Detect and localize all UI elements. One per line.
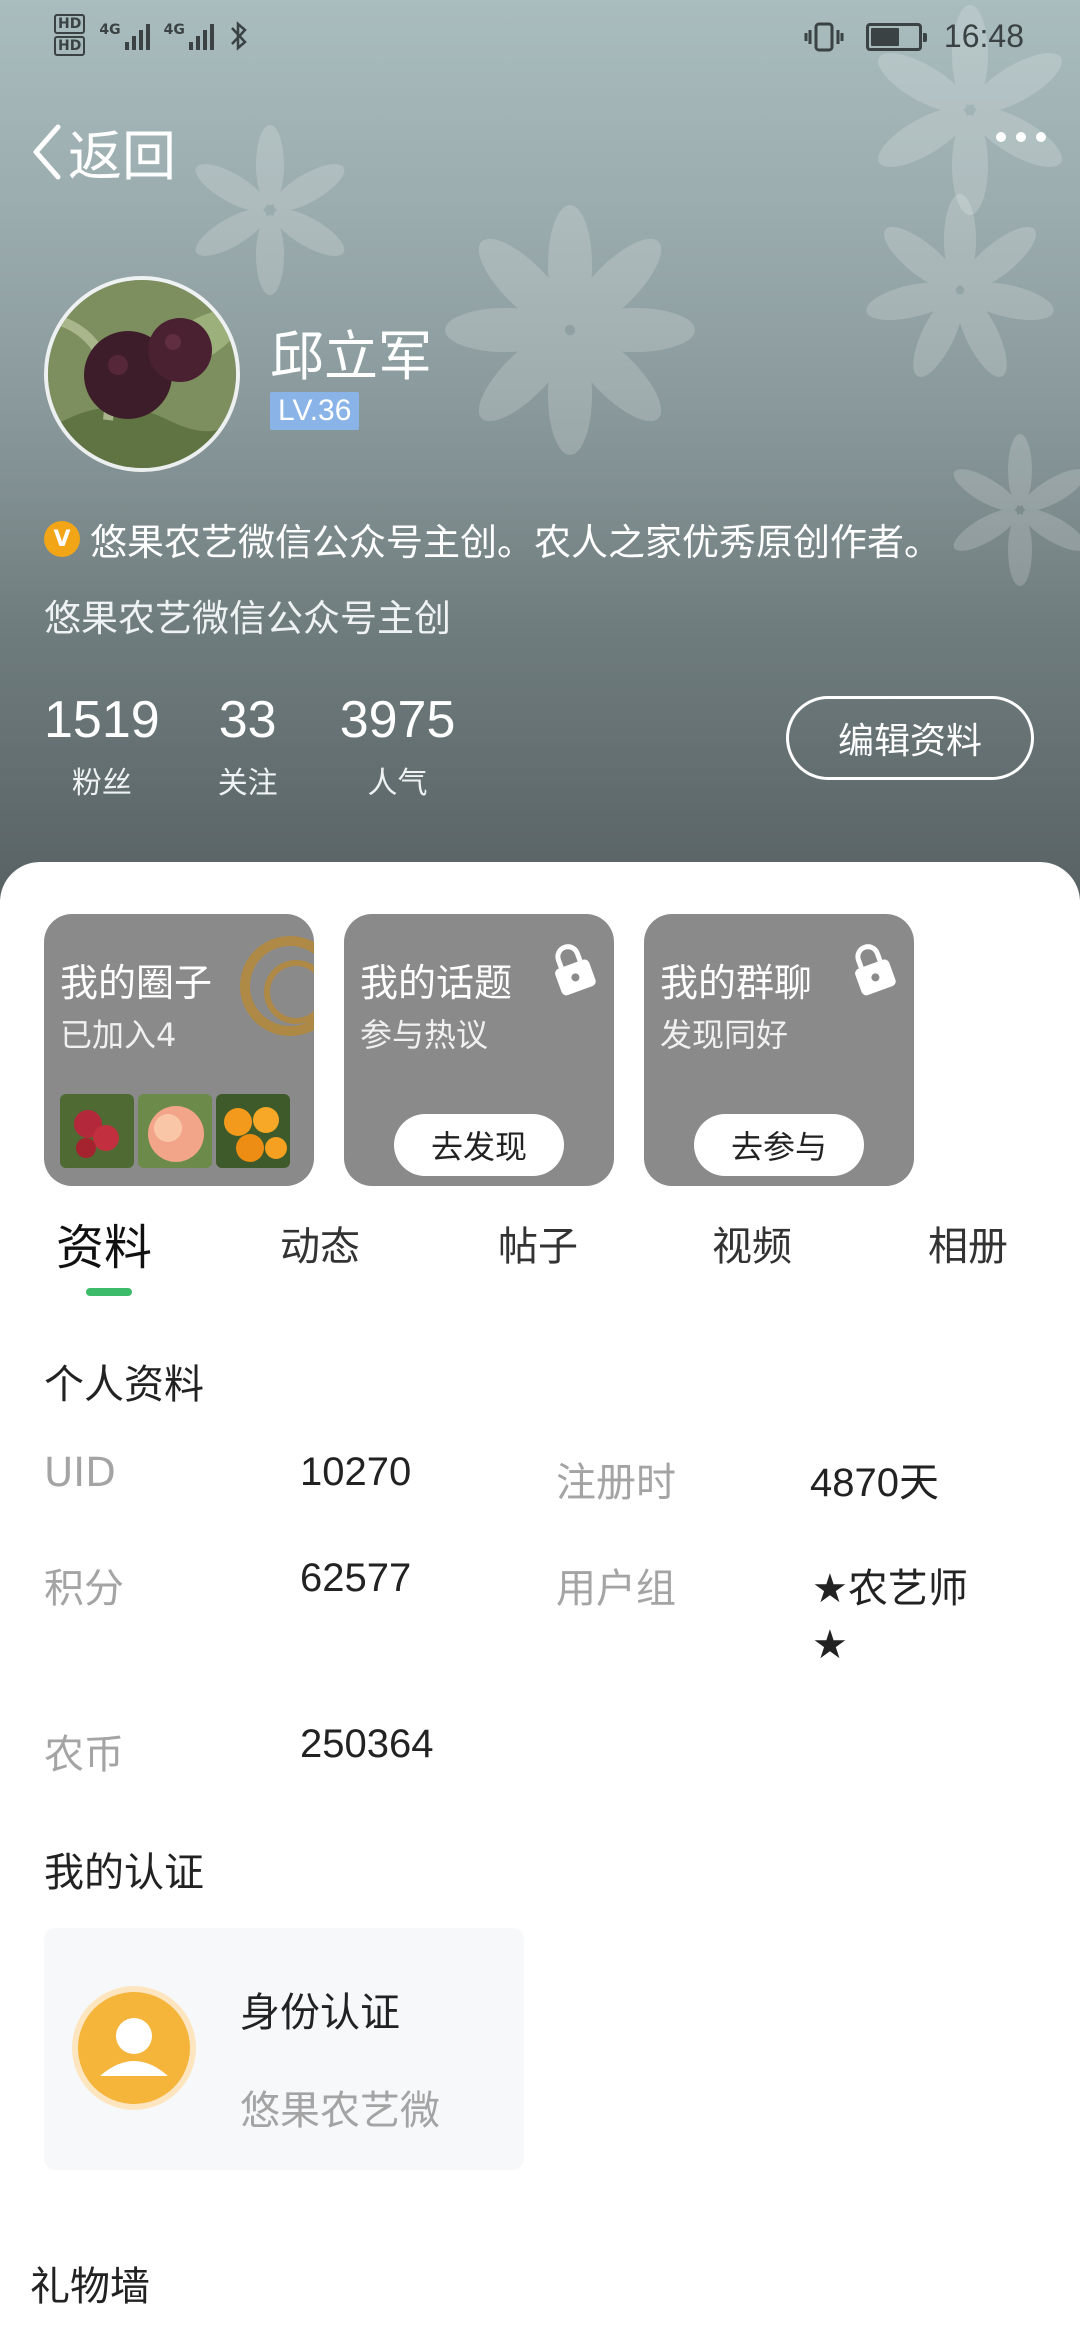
card-subtitle: 发现同好	[660, 1016, 789, 1054]
circle-thumbnails	[60, 1094, 290, 1168]
thumbnail-peach[interactable]	[138, 1094, 212, 1168]
tab-posts[interactable]: 帖子	[498, 1214, 578, 1272]
lock-icon	[855, 944, 896, 996]
back-button[interactable]: 返回	[30, 112, 176, 191]
battery-icon	[865, 22, 927, 51]
stat-value: 3975	[339, 691, 456, 749]
flower-decoration-3	[866, 194, 1054, 377]
user-group-label: 用户组	[556, 1566, 676, 1612]
status-right: 16:48	[804, 18, 1024, 55]
stats-row: 1519 粉丝 33 关注 3975 人气	[44, 690, 517, 802]
certification-card-subtitle: 悠果农艺微	[240, 2088, 440, 2134]
discover-button[interactable]: 去发现	[394, 1114, 564, 1176]
network-type-1: 4G	[99, 22, 121, 38]
coins-label: 农币	[44, 1732, 124, 1778]
card-title: 我的群聊	[660, 961, 813, 1005]
feature-cards: 我的圈子 已加入4 我的话题 参与热议 去发现 我的群聊 发现同好 去参与	[44, 914, 914, 1186]
join-button[interactable]: 去参与	[694, 1114, 864, 1176]
signal-1: 4G	[99, 22, 150, 50]
points-label: 积分	[44, 1566, 124, 1612]
stat-label: 人气	[367, 766, 428, 801]
tab-active-indicator	[86, 1288, 132, 1296]
my-circle-card[interactable]: 我的圈子 已加入4	[44, 914, 314, 1186]
back-label: 返回	[68, 125, 176, 188]
my-group-chat-card[interactable]: 我的群聊 发现同好 去参与	[644, 914, 914, 1186]
signal-icon	[124, 22, 150, 50]
vibrate-icon	[804, 22, 844, 51]
verification-line: V 悠果农艺微信公众号主创。农人之家优秀原创作者。	[44, 512, 941, 566]
user-group-value-line1: ★农艺师	[812, 1567, 968, 1611]
flower-decoration-4	[195, 125, 345, 295]
flower-decoration-2	[445, 205, 695, 455]
stat-label: 粉丝	[71, 766, 132, 801]
lock-icon	[555, 944, 596, 996]
points-value: 62577	[300, 1556, 412, 1600]
card-title: 我的圈子	[60, 961, 213, 1005]
stat-value: 33	[218, 691, 277, 749]
stat-fans[interactable]: 1519 粉丝	[44, 690, 160, 802]
stat-following[interactable]: 33 关注	[218, 690, 278, 802]
user-name: 邱立军	[270, 325, 432, 388]
user-signature: 悠果农艺微信公众号主创	[44, 597, 451, 640]
back-chevron-icon	[33, 124, 61, 179]
level-badge: LV.36	[270, 392, 360, 430]
card-subtitle: 已加入4	[60, 1016, 177, 1054]
coins-value: 250364	[300, 1722, 434, 1766]
status-left: HD HD 4G 4G	[54, 14, 250, 58]
clock: 16:48	[943, 18, 1024, 54]
hd-badge-2: HD	[54, 36, 86, 56]
signal-icon	[188, 22, 214, 50]
user-icon	[78, 1992, 190, 2104]
stat-value: 1519	[44, 691, 160, 749]
uid-label: UID	[44, 1450, 116, 1496]
signal-2: 4G	[164, 22, 214, 50]
more-icon[interactable]	[996, 132, 1046, 142]
profile-header: HD HD 4G 4G 16:48 返回 邱立军 LV.36 V 悠果农艺微信公…	[0, 0, 1080, 900]
edit-profile-button[interactable]: 编辑资料	[786, 696, 1034, 780]
certification-title: 我的认证	[44, 1850, 204, 1896]
user-group-value-line2: ★	[812, 1623, 848, 1667]
card-subtitle: 参与热议	[360, 1016, 489, 1054]
flower-decoration-5	[953, 434, 1080, 586]
tab-profile-info[interactable]: 资料	[56, 1208, 152, 1278]
verified-icon: V	[44, 521, 80, 557]
hd-indicators: HD HD	[54, 14, 86, 58]
register-value: 4870天	[810, 1461, 939, 1505]
certification-card-title: 身份认证	[240, 1990, 400, 2036]
card-title: 我的话题	[360, 961, 513, 1005]
stat-label: 关注	[217, 766, 278, 801]
my-topic-card[interactable]: 我的话题 参与热议 去发现	[344, 914, 614, 1186]
gift-wall-title: 礼物墙	[30, 2264, 150, 2310]
thumbnail-orange[interactable]	[216, 1094, 290, 1168]
circle-decoration-icon	[240, 936, 314, 1036]
tab-activity[interactable]: 动态	[280, 1214, 360, 1272]
avatar-bayberry-image	[48, 280, 236, 468]
tab-videos[interactable]: 视频	[712, 1214, 792, 1272]
stat-popularity[interactable]: 3975 人气	[340, 690, 456, 802]
uid-value: 10270	[300, 1450, 412, 1494]
tab-albums[interactable]: 相册	[928, 1214, 1008, 1272]
hd-badge-1: HD	[54, 14, 86, 34]
profile-tabs: 资料 动态 帖子 视频 相册	[0, 1214, 1080, 1296]
verification-text: 悠果农艺微信公众号主创。农人之家优秀原创作者。	[90, 521, 941, 564]
personal-info-title: 个人资料	[44, 1362, 204, 1408]
avatar[interactable]	[44, 276, 240, 472]
network-type-2: 4G	[163, 22, 185, 38]
identity-certification-card[interactable]: 身份认证 悠果农艺微	[44, 1928, 524, 2170]
bluetooth-icon	[230, 21, 247, 51]
thumbnail-lychee[interactable]	[60, 1094, 134, 1168]
profile-content-panel: 我的圈子 已加入4 我的话题 参与热议 去发现 我的群聊 发现同好 去参与 资料…	[0, 862, 1080, 2340]
register-label: 注册时	[556, 1460, 676, 1506]
status-bar: HD HD 4G 4G 16:48	[0, 0, 1080, 72]
